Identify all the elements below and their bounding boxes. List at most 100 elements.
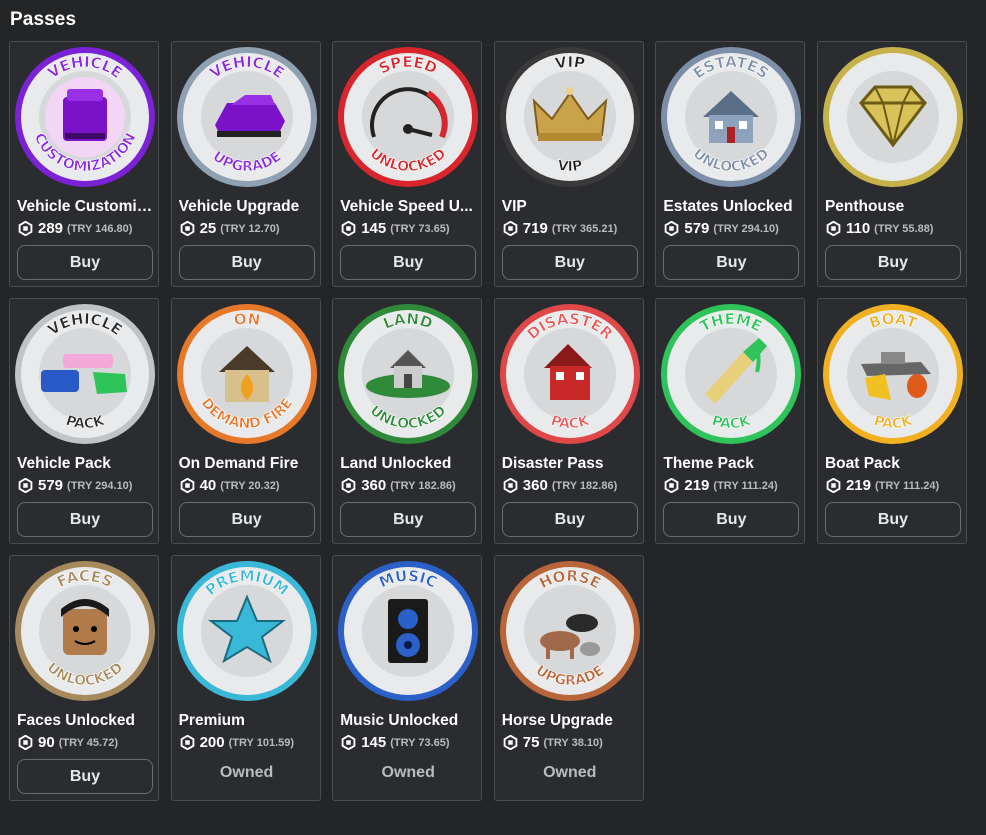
speaker-icon[interactable]: MUSIC [336,559,480,703]
owned-label: Owned [381,764,435,781]
robux-icon [341,478,361,493]
price-amount: 75 [522,734,540,751]
pass-card[interactable]: ON DEMAND FIRE On Demand Fire 40 (TRY 20.… [170,298,321,544]
vehicle-customization-icon[interactable]: VEHICLE CUSTOMIZATION [13,45,157,189]
local-price: (TRY 12.70) [220,222,280,235]
pass-name[interactable]: Horse Upgrade [502,712,640,730]
buy-button[interactable]: Buy [178,502,315,537]
local-price: (TRY 182.86) [551,479,618,492]
pass-card[interactable]: ESTATES UNLOCKED Estates Unlocked 579 (TR… [655,41,806,287]
pass-card[interactable]: SPEED UNLOCKED Vehicle Speed U... 145 (TR… [332,41,483,287]
price-amount: 145 [361,220,387,237]
buy-button[interactable]: Buy [340,502,477,537]
pass-price: 200 (TRY 101.59) [180,734,294,751]
pass-card[interactable]: VEHICLE UPGRADE Vehicle Upgrade 25 (TRY 1… [170,41,321,287]
pass-card[interactable]: FACES UNLOCKED Faces Unlocked 90 (TRY 45.… [9,555,159,801]
pass-card[interactable]: MUSIC Music Unlocked 145 (TRY 73.65) Owned [332,555,483,801]
pass-name[interactable]: Faces Unlocked [17,712,155,730]
price-amount: 579 [38,477,64,494]
robux-icon [18,735,38,750]
price-amount: 145 [361,734,387,751]
buy-button[interactable]: Buy [824,502,961,537]
price-amount: 40 [199,477,217,494]
buy-button[interactable]: Buy [501,245,638,280]
pass-price: 75 (TRY 38.10) [503,734,603,751]
buy-button[interactable]: Buy [340,245,477,280]
price-amount: 289 [38,220,64,237]
pass-name[interactable]: VIP [502,198,640,216]
vehicle-pack-icon[interactable]: VEHICLE PACK [13,302,157,446]
passes-grid: VEHICLE CUSTOMIZATION Vehicle Customiz..… [9,41,967,801]
local-price: (TRY 111.24) [875,479,940,492]
pass-card[interactable]: VIP VIP VIP 719 (TRY 365.21) Buy [493,41,644,287]
pass-card[interactable]: THEME PACK Theme Pack 219 (TRY 111.24) Buy [655,298,806,544]
buy-button[interactable]: Buy [17,759,153,794]
pass-name[interactable]: Theme Pack [663,455,801,473]
burning-house-icon[interactable]: ON DEMAND FIRE [175,302,319,446]
pass-name[interactable]: Music Unlocked [340,712,478,730]
local-price: (TRY 182.86) [390,479,456,492]
robux-icon [503,478,523,493]
pass-price: 145 (TRY 73.65) [341,734,450,751]
local-price: (TRY 101.59) [228,736,295,749]
price-amount: 219 [684,477,710,494]
buy-button[interactable]: Buy [663,245,800,280]
price-amount: 90 [38,734,55,751]
pass-card[interactable]: BOAT PACK Boat Pack 219 (TRY 111.24) Buy [816,298,967,544]
svg-text:VIP: VIP [554,53,587,73]
pass-name[interactable]: Land Unlocked [340,455,478,473]
pass-name[interactable]: Premium [179,712,317,730]
pass-name[interactable]: On Demand Fire [179,455,317,473]
buy-button[interactable]: Buy [17,502,153,537]
pass-card[interactable]: VEHICLE CUSTOMIZATION Vehicle Customiz..… [9,41,159,287]
pass-name[interactable]: Boat Pack [825,455,963,473]
local-price: (TRY 146.80) [67,222,133,235]
svg-text:VIP: VIP [556,158,583,175]
pass-card[interactable]: VEHICLE PACK Vehicle Pack 579 (TRY 294.10… [9,298,159,544]
local-price: (TRY 111.24) [713,479,778,492]
pass-card[interactable]: HORSE UPGRADE Horse Upgrade 75 (TRY 38.10… [493,555,644,801]
price-amount: 110 [845,220,871,237]
robux-icon [826,478,846,493]
buy-button[interactable]: Buy [178,245,315,280]
diamond-icon[interactable] [821,45,965,189]
pass-price: 719 (TRY 365.21) [503,220,617,237]
pass-name[interactable]: Vehicle Upgrade [179,198,317,216]
pass-name[interactable]: Vehicle Speed U... [340,198,478,216]
pass-price: 40 (TRY 20.32) [180,477,280,494]
paintbrush-icon[interactable]: THEME PACK [659,302,803,446]
pass-name[interactable]: Penthouse [825,198,963,216]
robux-icon [826,221,846,236]
owned-label: Owned [219,764,274,781]
buy-button[interactable]: Buy [17,245,153,280]
pass-price: 145 (TRY 73.65) [341,220,450,237]
face-icon[interactable]: FACES UNLOCKED [13,559,157,703]
local-price: (TRY 73.65) [390,222,450,235]
horse-icon[interactable]: HORSE UPGRADE [498,559,642,703]
price-amount: 25 [199,220,217,237]
pass-price: 25 (TRY 12.70) [180,220,280,237]
star-icon[interactable]: PREMIUM [175,559,319,703]
pass-name[interactable]: Vehicle Pack [17,455,155,473]
buy-button[interactable]: Buy [663,502,800,537]
vehicle-upgrade-icon[interactable]: VEHICLE UPGRADE [175,45,319,189]
pass-name[interactable]: Vehicle Customiz... [17,198,155,216]
speedometer-icon[interactable]: SPEED UNLOCKED [336,45,480,189]
pass-card[interactable]: Penthouse 110 (TRY 55.88) Buy [816,41,967,287]
pass-price: 360 (TRY 182.86) [503,477,617,494]
crown-icon[interactable]: VIP VIP [498,45,642,189]
land-icon[interactable]: LAND UNLOCKED [336,302,480,446]
pass-name[interactable]: Disaster Pass [502,455,640,473]
pass-name[interactable]: Estates Unlocked [663,198,801,216]
house-icon[interactable]: ESTATES UNLOCKED [659,45,803,189]
pass-card[interactable]: LAND UNLOCKED Land Unlocked 360 (TRY 182.… [332,298,483,544]
pass-price: 219 (TRY 111.24) [826,477,939,494]
robux-icon [503,735,523,750]
robux-icon [180,221,200,236]
buy-button[interactable]: Buy [824,245,961,280]
buy-button[interactable]: Buy [501,502,638,537]
pass-card[interactable]: DISASTER PACK Disaster Pass 360 (TRY 182.… [493,298,644,544]
boat-icon[interactable]: BOAT PACK [821,302,965,446]
pass-card[interactable]: PREMIUM Premium 200 (TRY 101.59) Owned [170,555,321,801]
disaster-house-icon[interactable]: DISASTER PACK [498,302,642,446]
